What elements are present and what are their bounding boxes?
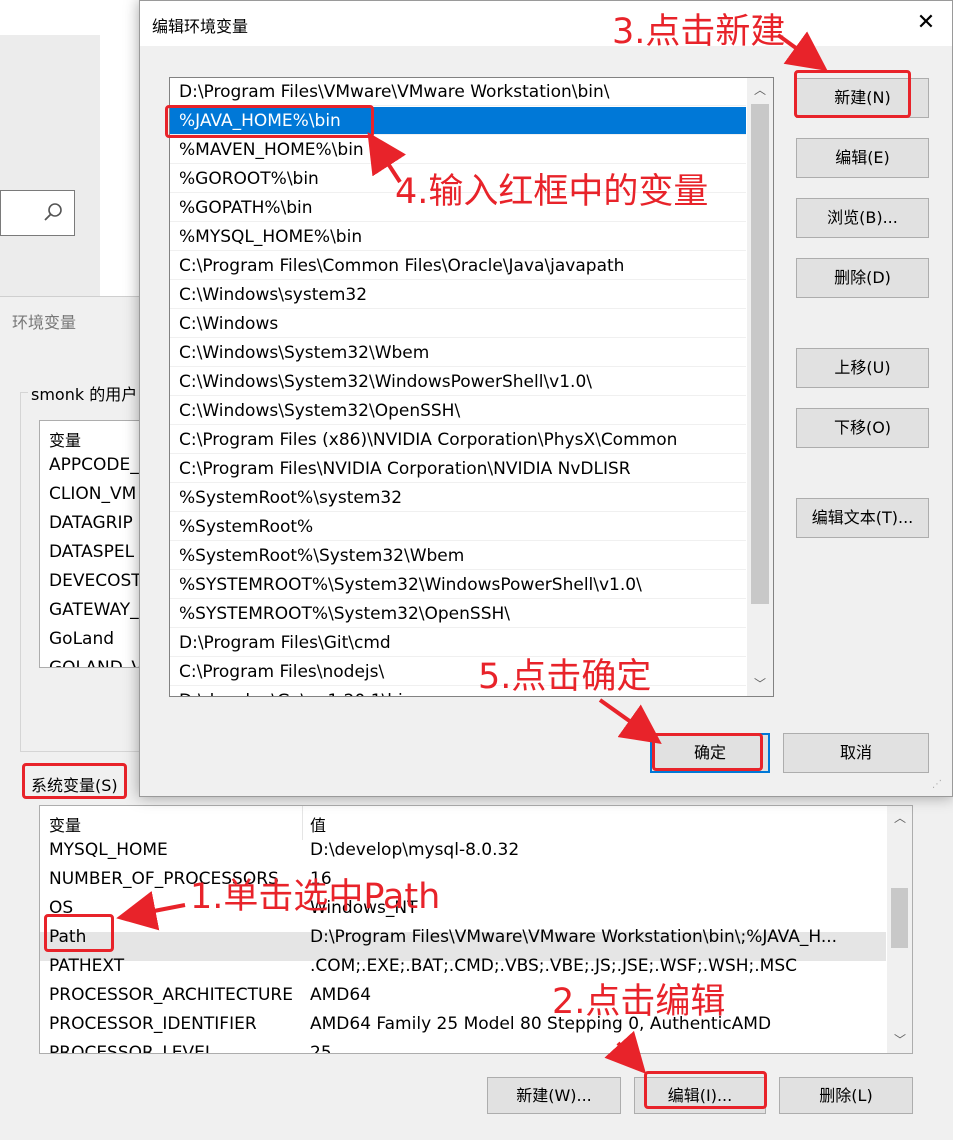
arrow-step1 (116, 891, 186, 931)
annotation-step4: 4.输入红框中的变量 (395, 172, 709, 212)
annotation-step5: 5.点击确定 (478, 657, 652, 697)
arrow-step2 (604, 1030, 647, 1074)
arrow-step5 (598, 698, 662, 744)
annotation-step2: 2.点击编辑 (552, 982, 726, 1022)
annotation-arrows (116, 31, 828, 1074)
annotation-step3: 3.点击新建 (612, 12, 786, 52)
annotation-step1: 1.单击选中Path (190, 877, 441, 917)
